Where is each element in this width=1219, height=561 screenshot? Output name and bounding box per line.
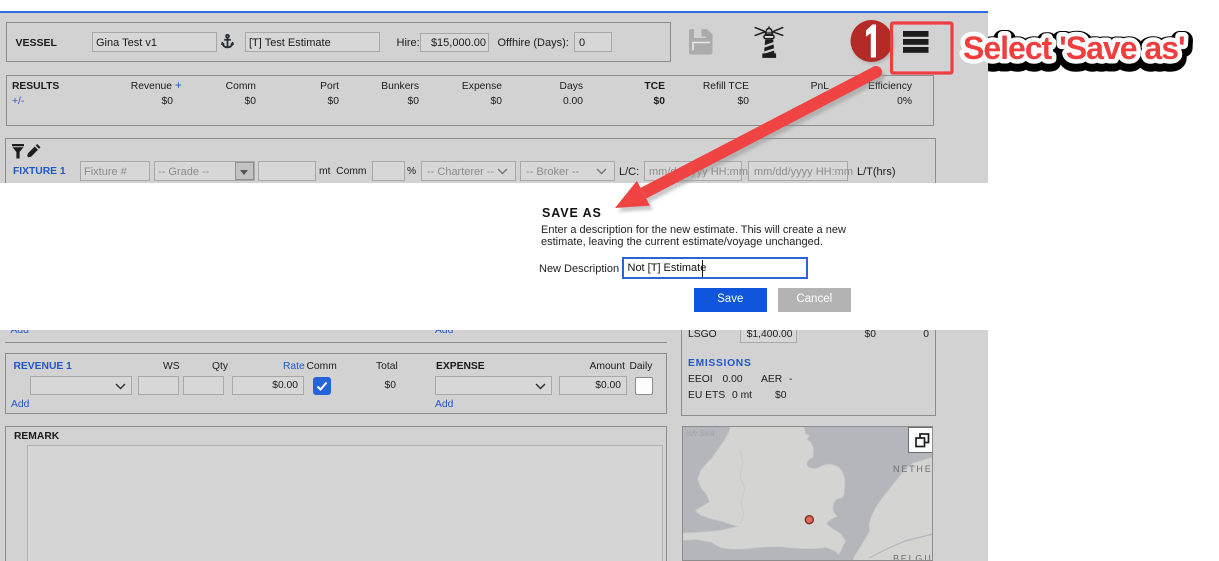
svg-text:Select 'Save as': Select 'Save as' [963,30,1185,66]
